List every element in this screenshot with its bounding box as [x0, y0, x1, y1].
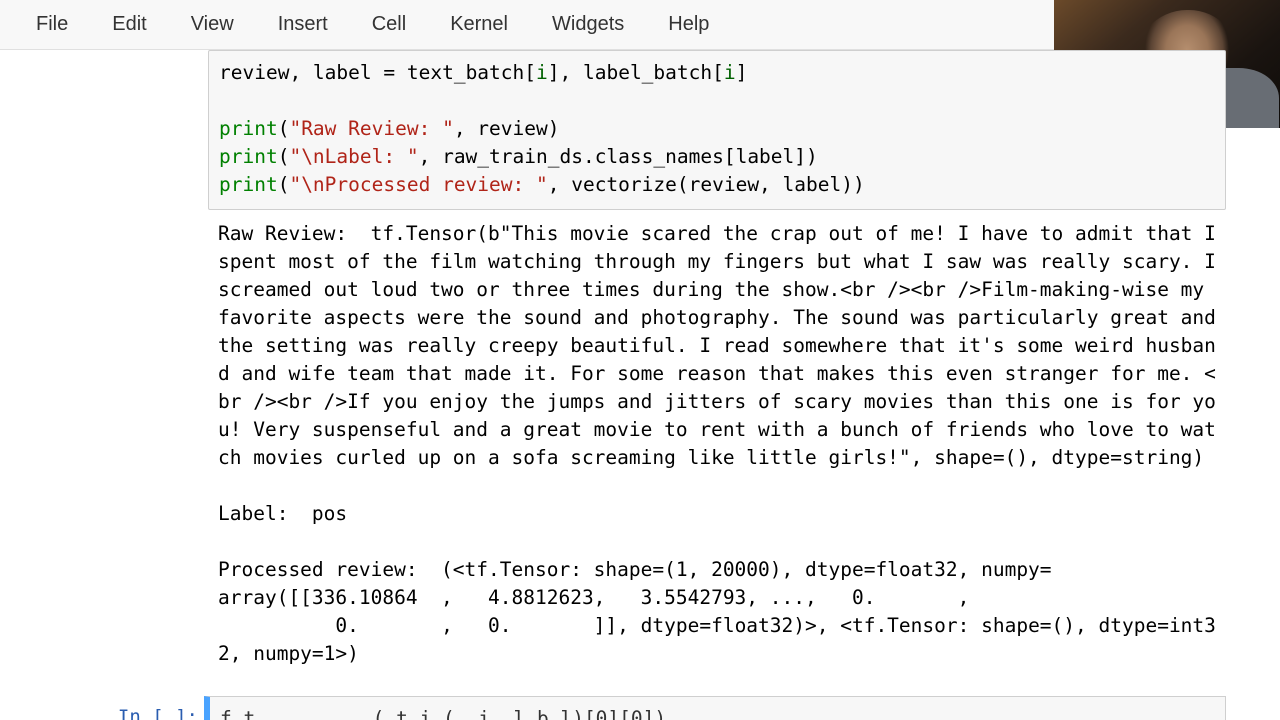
menu-cell[interactable]: Cell — [350, 7, 428, 42]
menu-edit[interactable]: Edit — [90, 7, 168, 42]
next-code-cell[interactable]: In [ ]: f t ( t i ( i l b l)[0][0]) — [108, 696, 1226, 720]
notebook-scroll[interactable]: review, label = text_batch[i], label_bat… — [0, 50, 1280, 720]
cell-output: Raw Review: tf.Tensor(b"This movie scare… — [208, 210, 1226, 668]
menu-view[interactable]: View — [169, 7, 256, 42]
menu-file[interactable]: File — [18, 7, 90, 42]
code-line-1: review, label = text_batch[i], label_bat… — [219, 61, 747, 84]
code-line-print-raw: print("Raw Review: ", review) — [219, 117, 560, 140]
menu-help[interactable]: Help — [646, 7, 731, 42]
menu-widgets[interactable]: Widgets — [530, 7, 646, 42]
code-line-print-label: print("\nLabel: ", raw_train_ds.class_na… — [219, 145, 818, 168]
next-cell-input[interactable]: f t ( t i ( i l b l)[0][0]) — [204, 696, 1226, 720]
cell-prompt: In [ ]: — [108, 696, 204, 720]
menu-insert[interactable]: Insert — [256, 7, 350, 42]
code-line-print-proc: print("\nProcessed review: ", vectorize(… — [219, 173, 865, 196]
menu-kernel[interactable]: Kernel — [428, 7, 530, 42]
code-cell-input[interactable]: review, label = text_batch[i], label_bat… — [208, 50, 1226, 210]
